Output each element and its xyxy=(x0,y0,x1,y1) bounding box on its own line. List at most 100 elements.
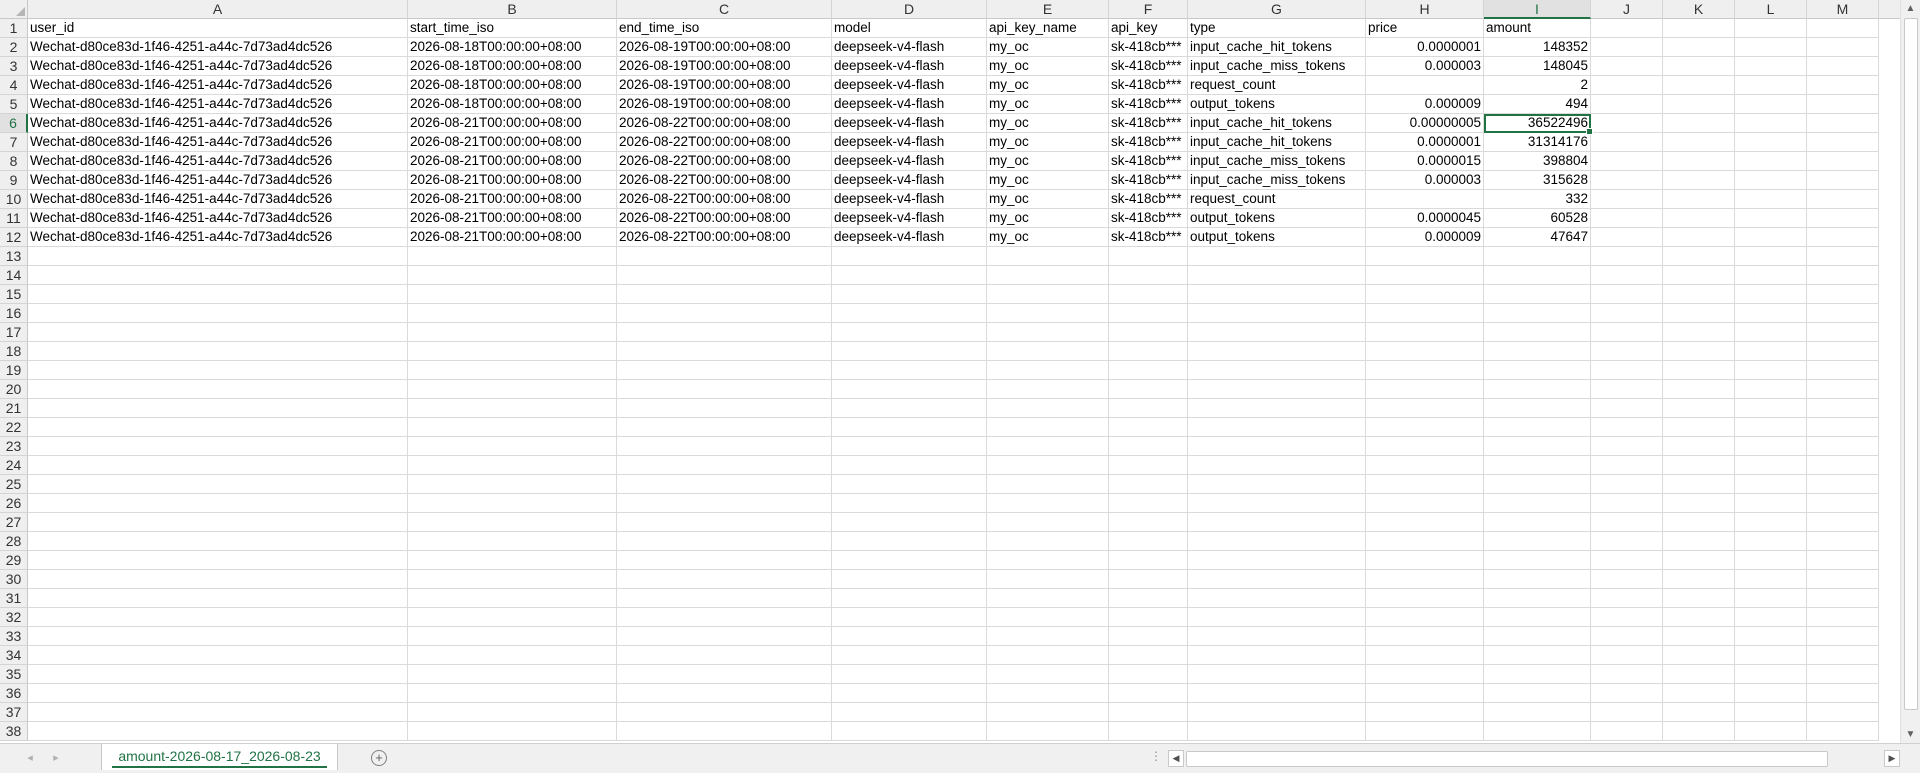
empty-cell[interactable] xyxy=(1366,646,1484,665)
empty-cell[interactable] xyxy=(1484,570,1591,589)
empty-cell[interactable] xyxy=(408,380,617,399)
empty-cell[interactable] xyxy=(1807,627,1879,646)
row-header[interactable]: 34 xyxy=(0,646,28,665)
table-cell[interactable]: 2026-08-18T00:00:00+08:00 xyxy=(408,76,617,95)
empty-cell[interactable] xyxy=(832,722,987,741)
empty-cell[interactable] xyxy=(1807,684,1879,703)
empty-cell[interactable] xyxy=(1663,190,1735,209)
empty-cell[interactable] xyxy=(1807,551,1879,570)
empty-cell[interactable] xyxy=(1735,665,1807,684)
empty-cell[interactable] xyxy=(1663,38,1735,57)
empty-cell[interactable] xyxy=(28,722,408,741)
empty-cell[interactable] xyxy=(1663,285,1735,304)
table-cell[interactable]: 0.0000015 xyxy=(1366,152,1484,171)
empty-cell[interactable] xyxy=(1591,456,1663,475)
header-cell[interactable]: api_key xyxy=(1109,19,1188,38)
empty-cell[interactable] xyxy=(1188,399,1366,418)
column-header-m[interactable]: M xyxy=(1807,0,1879,19)
empty-cell[interactable] xyxy=(28,608,408,627)
row-header[interactable]: 23 xyxy=(0,437,28,456)
empty-cell[interactable] xyxy=(1807,456,1879,475)
empty-cell[interactable] xyxy=(1188,703,1366,722)
empty-cell[interactable] xyxy=(987,418,1109,437)
row-header[interactable]: 10 xyxy=(0,190,28,209)
table-cell[interactable]: deepseek-v4-flash xyxy=(832,209,987,228)
empty-cell[interactable] xyxy=(1807,342,1879,361)
empty-cell[interactable] xyxy=(408,722,617,741)
empty-cell[interactable] xyxy=(1663,570,1735,589)
empty-cell[interactable] xyxy=(28,266,408,285)
empty-cell[interactable] xyxy=(1109,665,1188,684)
empty-cell[interactable] xyxy=(832,627,987,646)
empty-cell[interactable] xyxy=(832,380,987,399)
empty-cell[interactable] xyxy=(1188,418,1366,437)
empty-cell[interactable] xyxy=(28,532,408,551)
empty-cell[interactable] xyxy=(408,494,617,513)
empty-cell[interactable] xyxy=(408,418,617,437)
empty-cell[interactable] xyxy=(1591,418,1663,437)
empty-cell[interactable] xyxy=(1109,247,1188,266)
empty-cell[interactable] xyxy=(408,247,617,266)
table-cell[interactable]: 398804 xyxy=(1484,152,1591,171)
empty-cell[interactable] xyxy=(832,399,987,418)
empty-cell[interactable] xyxy=(1109,551,1188,570)
empty-cell[interactable] xyxy=(408,304,617,323)
row-header[interactable]: 8 xyxy=(0,152,28,171)
empty-cell[interactable] xyxy=(617,437,832,456)
row-header[interactable]: 25 xyxy=(0,475,28,494)
row-header[interactable]: 18 xyxy=(0,342,28,361)
empty-cell[interactable] xyxy=(1807,437,1879,456)
row-header[interactable]: 6 xyxy=(0,114,28,133)
empty-cell[interactable] xyxy=(408,703,617,722)
table-cell[interactable]: sk-418cb*** xyxy=(1109,57,1188,76)
empty-cell[interactable] xyxy=(1663,247,1735,266)
row-header[interactable]: 33 xyxy=(0,627,28,646)
empty-cell[interactable] xyxy=(408,646,617,665)
empty-cell[interactable] xyxy=(1735,19,1807,38)
empty-cell[interactable] xyxy=(1366,684,1484,703)
empty-cell[interactable] xyxy=(987,570,1109,589)
empty-cell[interactable] xyxy=(1366,570,1484,589)
row-header[interactable]: 4 xyxy=(0,76,28,95)
empty-cell[interactable] xyxy=(987,532,1109,551)
empty-cell[interactable] xyxy=(1484,684,1591,703)
empty-cell[interactable] xyxy=(1807,19,1879,38)
row-header[interactable]: 30 xyxy=(0,570,28,589)
empty-cell[interactable] xyxy=(1807,513,1879,532)
empty-cell[interactable] xyxy=(408,532,617,551)
horizontal-scroll-thumb[interactable] xyxy=(1186,751,1828,767)
row-header[interactable]: 13 xyxy=(0,247,28,266)
empty-cell[interactable] xyxy=(408,437,617,456)
empty-cell[interactable] xyxy=(617,551,832,570)
table-cell[interactable]: my_oc xyxy=(987,190,1109,209)
table-cell[interactable]: sk-418cb*** xyxy=(1109,190,1188,209)
empty-cell[interactable] xyxy=(1591,475,1663,494)
empty-cell[interactable] xyxy=(1591,247,1663,266)
empty-cell[interactable] xyxy=(1807,380,1879,399)
empty-cell[interactable] xyxy=(987,665,1109,684)
empty-cell[interactable] xyxy=(1366,475,1484,494)
empty-cell[interactable] xyxy=(1807,57,1879,76)
empty-cell[interactable] xyxy=(1807,304,1879,323)
empty-cell[interactable] xyxy=(408,513,617,532)
row-header[interactable]: 11 xyxy=(0,209,28,228)
empty-cell[interactable] xyxy=(1591,380,1663,399)
empty-cell[interactable] xyxy=(1807,209,1879,228)
empty-cell[interactable] xyxy=(617,342,832,361)
table-cell[interactable]: 47647 xyxy=(1484,228,1591,247)
table-cell[interactable]: sk-418cb*** xyxy=(1109,209,1188,228)
empty-cell[interactable] xyxy=(1109,380,1188,399)
empty-cell[interactable] xyxy=(987,342,1109,361)
empty-cell[interactable] xyxy=(1366,456,1484,475)
empty-cell[interactable] xyxy=(28,399,408,418)
table-cell[interactable]: 332 xyxy=(1484,190,1591,209)
empty-cell[interactable] xyxy=(28,437,408,456)
empty-cell[interactable] xyxy=(1663,209,1735,228)
empty-cell[interactable] xyxy=(832,304,987,323)
column-header-b[interactable]: B xyxy=(408,0,617,19)
empty-cell[interactable] xyxy=(1591,627,1663,646)
empty-cell[interactable] xyxy=(1663,57,1735,76)
table-cell[interactable]: 2026-08-18T00:00:00+08:00 xyxy=(408,95,617,114)
empty-cell[interactable] xyxy=(1735,722,1807,741)
empty-cell[interactable] xyxy=(28,684,408,703)
